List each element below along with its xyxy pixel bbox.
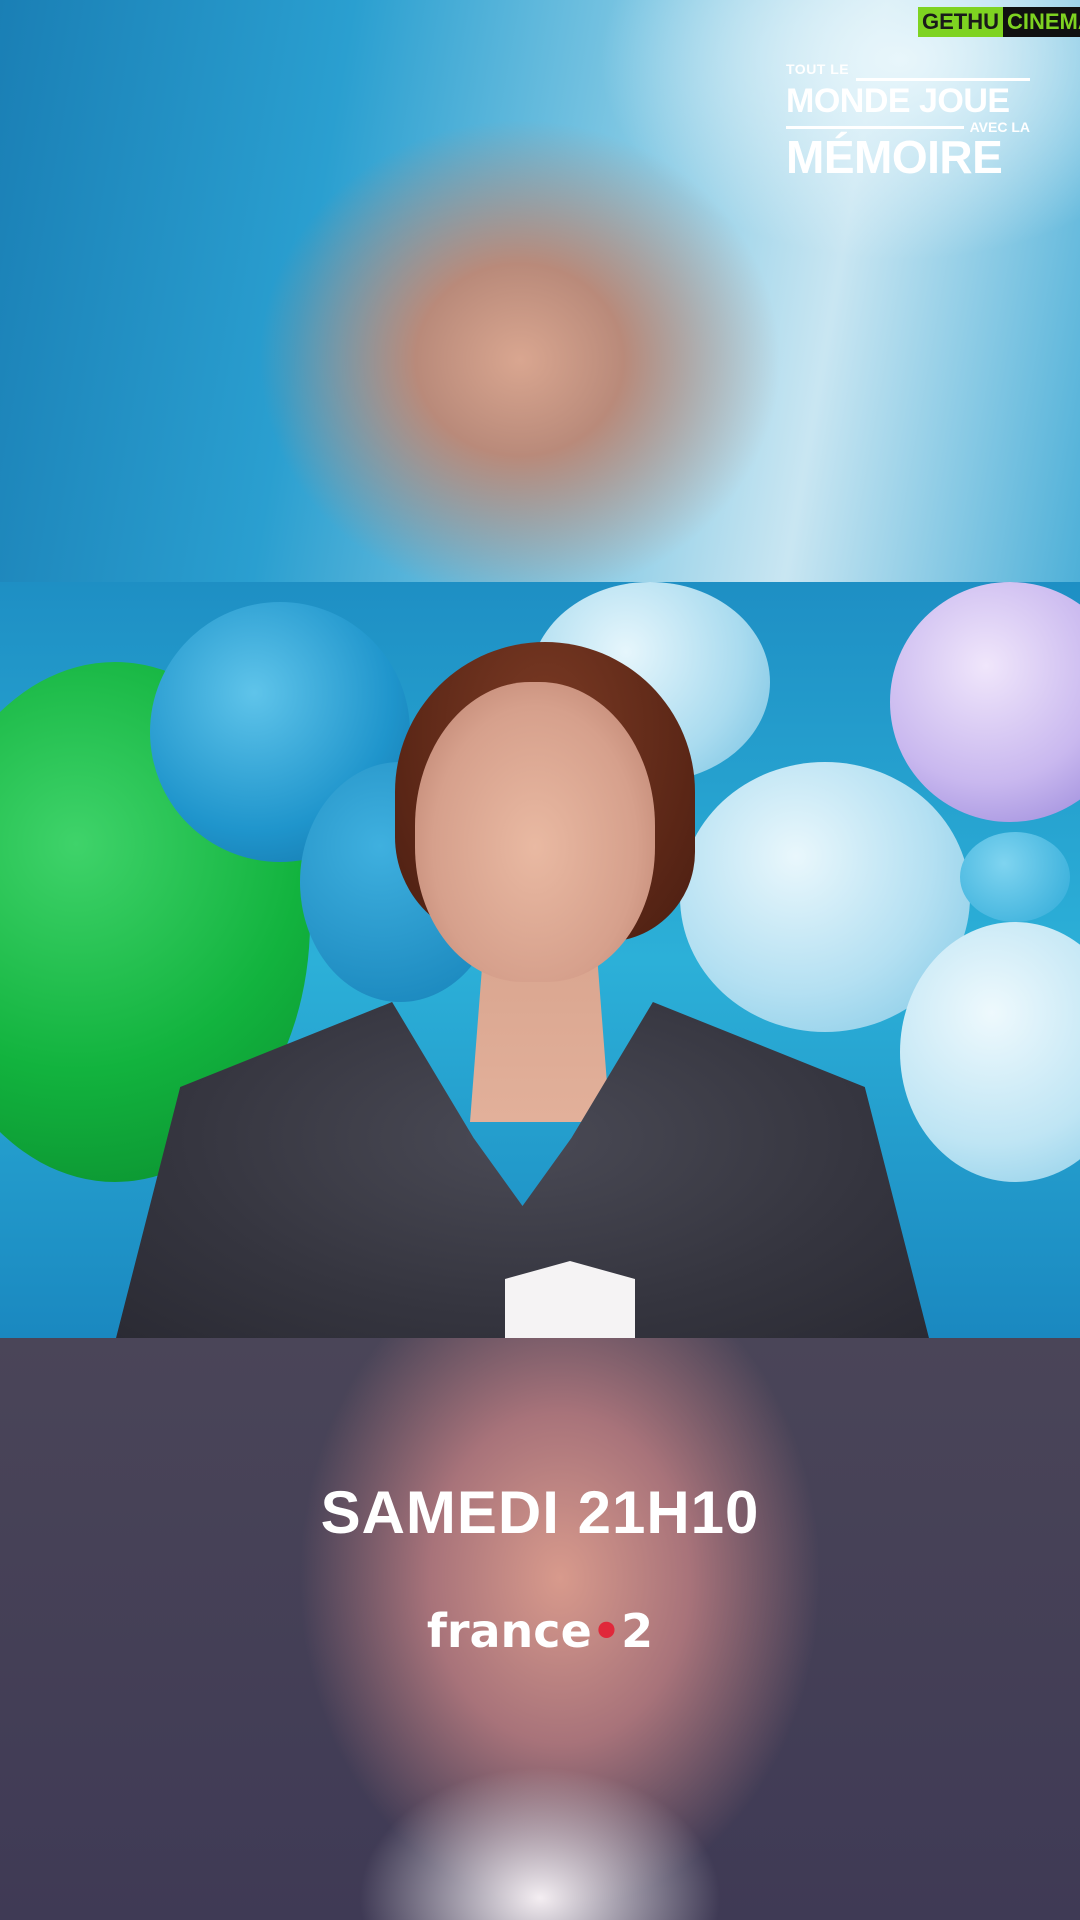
blue-balloon — [960, 832, 1070, 922]
presenter-face — [415, 682, 655, 982]
show-logo: TOUT LE MONDE JOUE AVEC LA MÉMOIRE — [786, 62, 1030, 180]
channel-name: france — [426, 1604, 592, 1658]
watermark-part2: CINEMA — [1003, 7, 1080, 37]
show-logo-line4: MÉMOIRE — [786, 131, 1003, 183]
show-logo-line1: TOUT LE — [786, 61, 850, 77]
logo-divider — [856, 78, 1030, 81]
watermark-logo: GETHU CINEMA — [918, 6, 1080, 38]
channel-number: 2 — [621, 1604, 654, 1658]
purple-balloon — [890, 582, 1080, 822]
channel-dot-icon: • — [591, 1604, 622, 1658]
show-logo-line2: MONDE JOUE — [786, 82, 1010, 120]
watermark-part1: GETHU — [918, 7, 1003, 37]
presenter-photo — [0, 582, 1080, 1338]
logo-divider — [786, 125, 964, 129]
broadcast-time: SAMEDI 21H10 — [320, 1479, 760, 1546]
channel-logo: france•2 — [0, 1604, 1080, 1658]
